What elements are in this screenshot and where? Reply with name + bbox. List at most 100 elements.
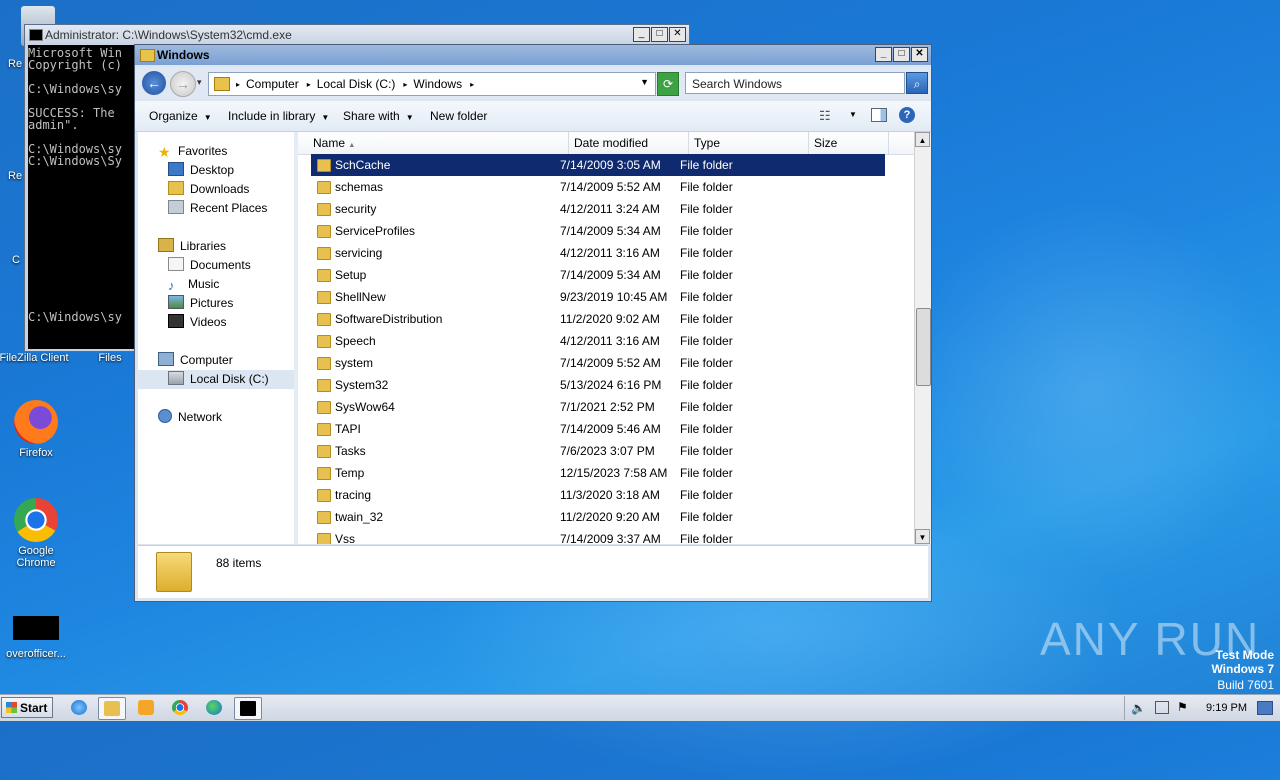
file-row[interactable]: Setup 7/14/2009 5:34 AM File folder bbox=[311, 264, 885, 286]
file-name: Tasks bbox=[335, 444, 366, 458]
nav-desktop-label: Desktop bbox=[190, 163, 235, 177]
cmd-titlebar[interactable]: Administrator: C:\Windows\System32\cmd.e… bbox=[25, 25, 689, 45]
nav-documents-label: Documents bbox=[190, 258, 251, 272]
address-bar[interactable]: ▸ Computer ▸ Local Disk (C:) ▸ Windows ▸… bbox=[208, 72, 656, 96]
file-row[interactable]: Vss 7/14/2009 3:37 AM File folder bbox=[311, 528, 885, 544]
nav-documents[interactable]: Documents bbox=[168, 256, 251, 275]
desktop-icon-chrome[interactable]: Google Chrome bbox=[0, 498, 74, 569]
file-type: File folder bbox=[680, 356, 733, 370]
refresh-button[interactable]: ⟳ bbox=[657, 72, 679, 96]
column-name[interactable]: Name ▲ bbox=[308, 132, 569, 154]
file-date: 5/13/2024 6:16 PM bbox=[560, 378, 662, 392]
recent-places-icon bbox=[168, 200, 184, 214]
close-button[interactable]: ✕ bbox=[911, 47, 928, 62]
search-icon[interactable]: ⌕ bbox=[906, 72, 928, 94]
taskbar-ie[interactable] bbox=[66, 697, 92, 718]
file-row[interactable]: system 7/14/2009 5:52 AM File folder bbox=[311, 352, 885, 374]
file-row[interactable]: security 4/12/2011 3:24 AM File folder bbox=[311, 198, 885, 220]
file-row[interactable]: servicing 4/12/2011 3:16 AM File folder bbox=[311, 242, 885, 264]
file-row[interactable]: Temp 12/15/2023 7:58 AM File folder bbox=[311, 462, 885, 484]
show-desktop-icon[interactable] bbox=[1257, 701, 1273, 715]
nav-videos[interactable]: Videos bbox=[168, 313, 226, 332]
help-icon[interactable]: ? bbox=[899, 107, 915, 123]
new-folder-button[interactable]: New folder bbox=[430, 109, 487, 123]
minimize-button[interactable]: _ bbox=[633, 27, 650, 42]
start-button[interactable]: Start bbox=[1, 697, 53, 718]
taskbar-explorer[interactable] bbox=[98, 697, 126, 720]
action-center-flag-icon[interactable]: ⚑ bbox=[1177, 700, 1188, 714]
address-dropdown-icon[interactable]: ▼ bbox=[640, 77, 649, 87]
view-dropdown-icon[interactable]: ▼ bbox=[849, 110, 857, 119]
vertical-scrollbar[interactable]: ▲ ▼ bbox=[914, 132, 931, 544]
desktop-icon-firefox[interactable]: Firefox bbox=[0, 400, 74, 459]
file-row[interactable]: SchCache 7/14/2009 3:05 AM File folder bbox=[311, 154, 885, 176]
file-row[interactable]: System32 5/13/2024 6:16 PM File folder bbox=[311, 374, 885, 396]
nav-recent[interactable]: Recent Places bbox=[168, 199, 267, 218]
nav-pictures[interactable]: Pictures bbox=[168, 294, 233, 313]
breadcrumb-separator-icon[interactable]: ▸ bbox=[403, 80, 407, 89]
scroll-up-icon[interactable]: ▲ bbox=[915, 132, 930, 147]
file-row[interactable]: SysWow64 7/1/2021 2:52 PM File folder bbox=[311, 396, 885, 418]
explorer-titlebar[interactable]: Windows _ □ ✕ bbox=[135, 45, 931, 65]
clock[interactable]: 9:19 PM bbox=[1206, 702, 1247, 714]
search-input[interactable]: Search Windows bbox=[685, 72, 905, 94]
close-button[interactable]: ✕ bbox=[669, 27, 686, 42]
file-row[interactable]: ShellNew 9/23/2019 10:45 AM File folder bbox=[311, 286, 885, 308]
breadcrumb-computer[interactable]: Computer bbox=[246, 77, 299, 91]
maximize-button[interactable]: □ bbox=[651, 27, 668, 42]
column-size[interactable]: Size bbox=[809, 132, 889, 154]
preview-pane-icon[interactable] bbox=[871, 108, 887, 122]
file-row[interactable]: tracing 11/3/2020 3:18 AM File folder bbox=[311, 484, 885, 506]
file-name: SchCache bbox=[335, 158, 391, 172]
nav-libraries[interactable]: Libraries bbox=[158, 237, 226, 256]
network-icon[interactable] bbox=[1155, 701, 1169, 714]
column-type[interactable]: Type bbox=[689, 132, 809, 154]
file-row[interactable]: twain_32 11/2/2020 9:20 AM File folder bbox=[311, 506, 885, 528]
forward-button[interactable]: → bbox=[170, 71, 196, 97]
breadcrumb-separator-icon[interactable]: ▸ bbox=[236, 80, 240, 89]
breadcrumb-windows[interactable]: Windows bbox=[413, 77, 462, 91]
file-row[interactable]: Speech 4/12/2011 3:16 AM File folder bbox=[311, 330, 885, 352]
desktop-icon-filezilla[interactable]: FileZilla Client bbox=[0, 352, 72, 364]
taskbar-edge[interactable] bbox=[201, 697, 227, 718]
view-options-icon[interactable]: ☷ bbox=[819, 108, 831, 124]
nav-computer[interactable]: Computer bbox=[158, 351, 233, 370]
column-date-label: Date modified bbox=[574, 136, 649, 150]
breadcrumb-separator-icon[interactable]: ▸ bbox=[307, 80, 311, 89]
nav-music[interactable]: ♪ Music bbox=[168, 275, 219, 294]
navigation-pane: ★ Favorites Desktop Downloads Recent Plac… bbox=[138, 132, 294, 544]
scrollbar-thumb[interactable] bbox=[916, 308, 931, 386]
file-type: File folder bbox=[680, 422, 733, 436]
file-row[interactable]: Tasks 7/6/2023 3:07 PM File folder bbox=[311, 440, 885, 462]
share-with-button[interactable]: Share with ▼ bbox=[343, 109, 414, 123]
taskbar-chrome[interactable] bbox=[167, 697, 193, 718]
nav-downloads[interactable]: Downloads bbox=[168, 180, 249, 199]
desktop-icon-overofficer[interactable]: overofficer... bbox=[0, 616, 74, 660]
file-row[interactable]: ServiceProfiles 7/14/2009 5:34 AM File fol… bbox=[311, 220, 885, 242]
minimize-button[interactable]: _ bbox=[875, 47, 892, 62]
nav-local-disk[interactable]: Local Disk (C:) bbox=[138, 370, 294, 389]
scroll-down-icon[interactable]: ▼ bbox=[915, 529, 930, 544]
nav-desktop[interactable]: Desktop bbox=[168, 161, 234, 180]
nav-network[interactable]: Network bbox=[158, 408, 222, 427]
breadcrumb-local-disk[interactable]: Local Disk (C:) bbox=[317, 77, 396, 91]
file-row[interactable]: SoftwareDistribution 11/2/2020 9:02 AM Fil… bbox=[311, 308, 885, 330]
cmd-console-output[interactable]: Microsoft Win Copyright (c) C:\Windows\s… bbox=[28, 45, 134, 349]
recent-pages-chevron-icon[interactable]: ▾ bbox=[197, 77, 202, 88]
breadcrumb-separator-icon[interactable]: ▸ bbox=[470, 80, 474, 89]
file-row[interactable]: TAPI 7/14/2009 5:46 AM File folder bbox=[311, 418, 885, 440]
nav-favorites[interactable]: ★ Favorites bbox=[158, 142, 227, 161]
column-type-label: Type bbox=[694, 136, 721, 150]
firefox-icon bbox=[14, 400, 58, 444]
file-row[interactable]: schemas 7/14/2009 5:52 AM File folder bbox=[311, 176, 885, 198]
taskbar-cmd[interactable] bbox=[234, 697, 262, 720]
column-date-modified[interactable]: Date modified bbox=[569, 132, 689, 154]
file-date: 11/2/2020 9:20 AM bbox=[560, 510, 660, 524]
taskbar-media[interactable] bbox=[133, 697, 159, 718]
include-in-library-button[interactable]: Include in library ▼ bbox=[228, 109, 329, 123]
explorer-window[interactable]: Windows _ □ ✕ ← → ▾ ▸ Computer ▸ Local D… bbox=[134, 44, 932, 602]
maximize-button[interactable]: □ bbox=[893, 47, 910, 62]
organize-button[interactable]: Organize ▼ bbox=[149, 109, 212, 123]
back-button[interactable]: ← bbox=[142, 71, 166, 95]
volume-icon[interactable]: 🔈 bbox=[1131, 701, 1146, 715]
